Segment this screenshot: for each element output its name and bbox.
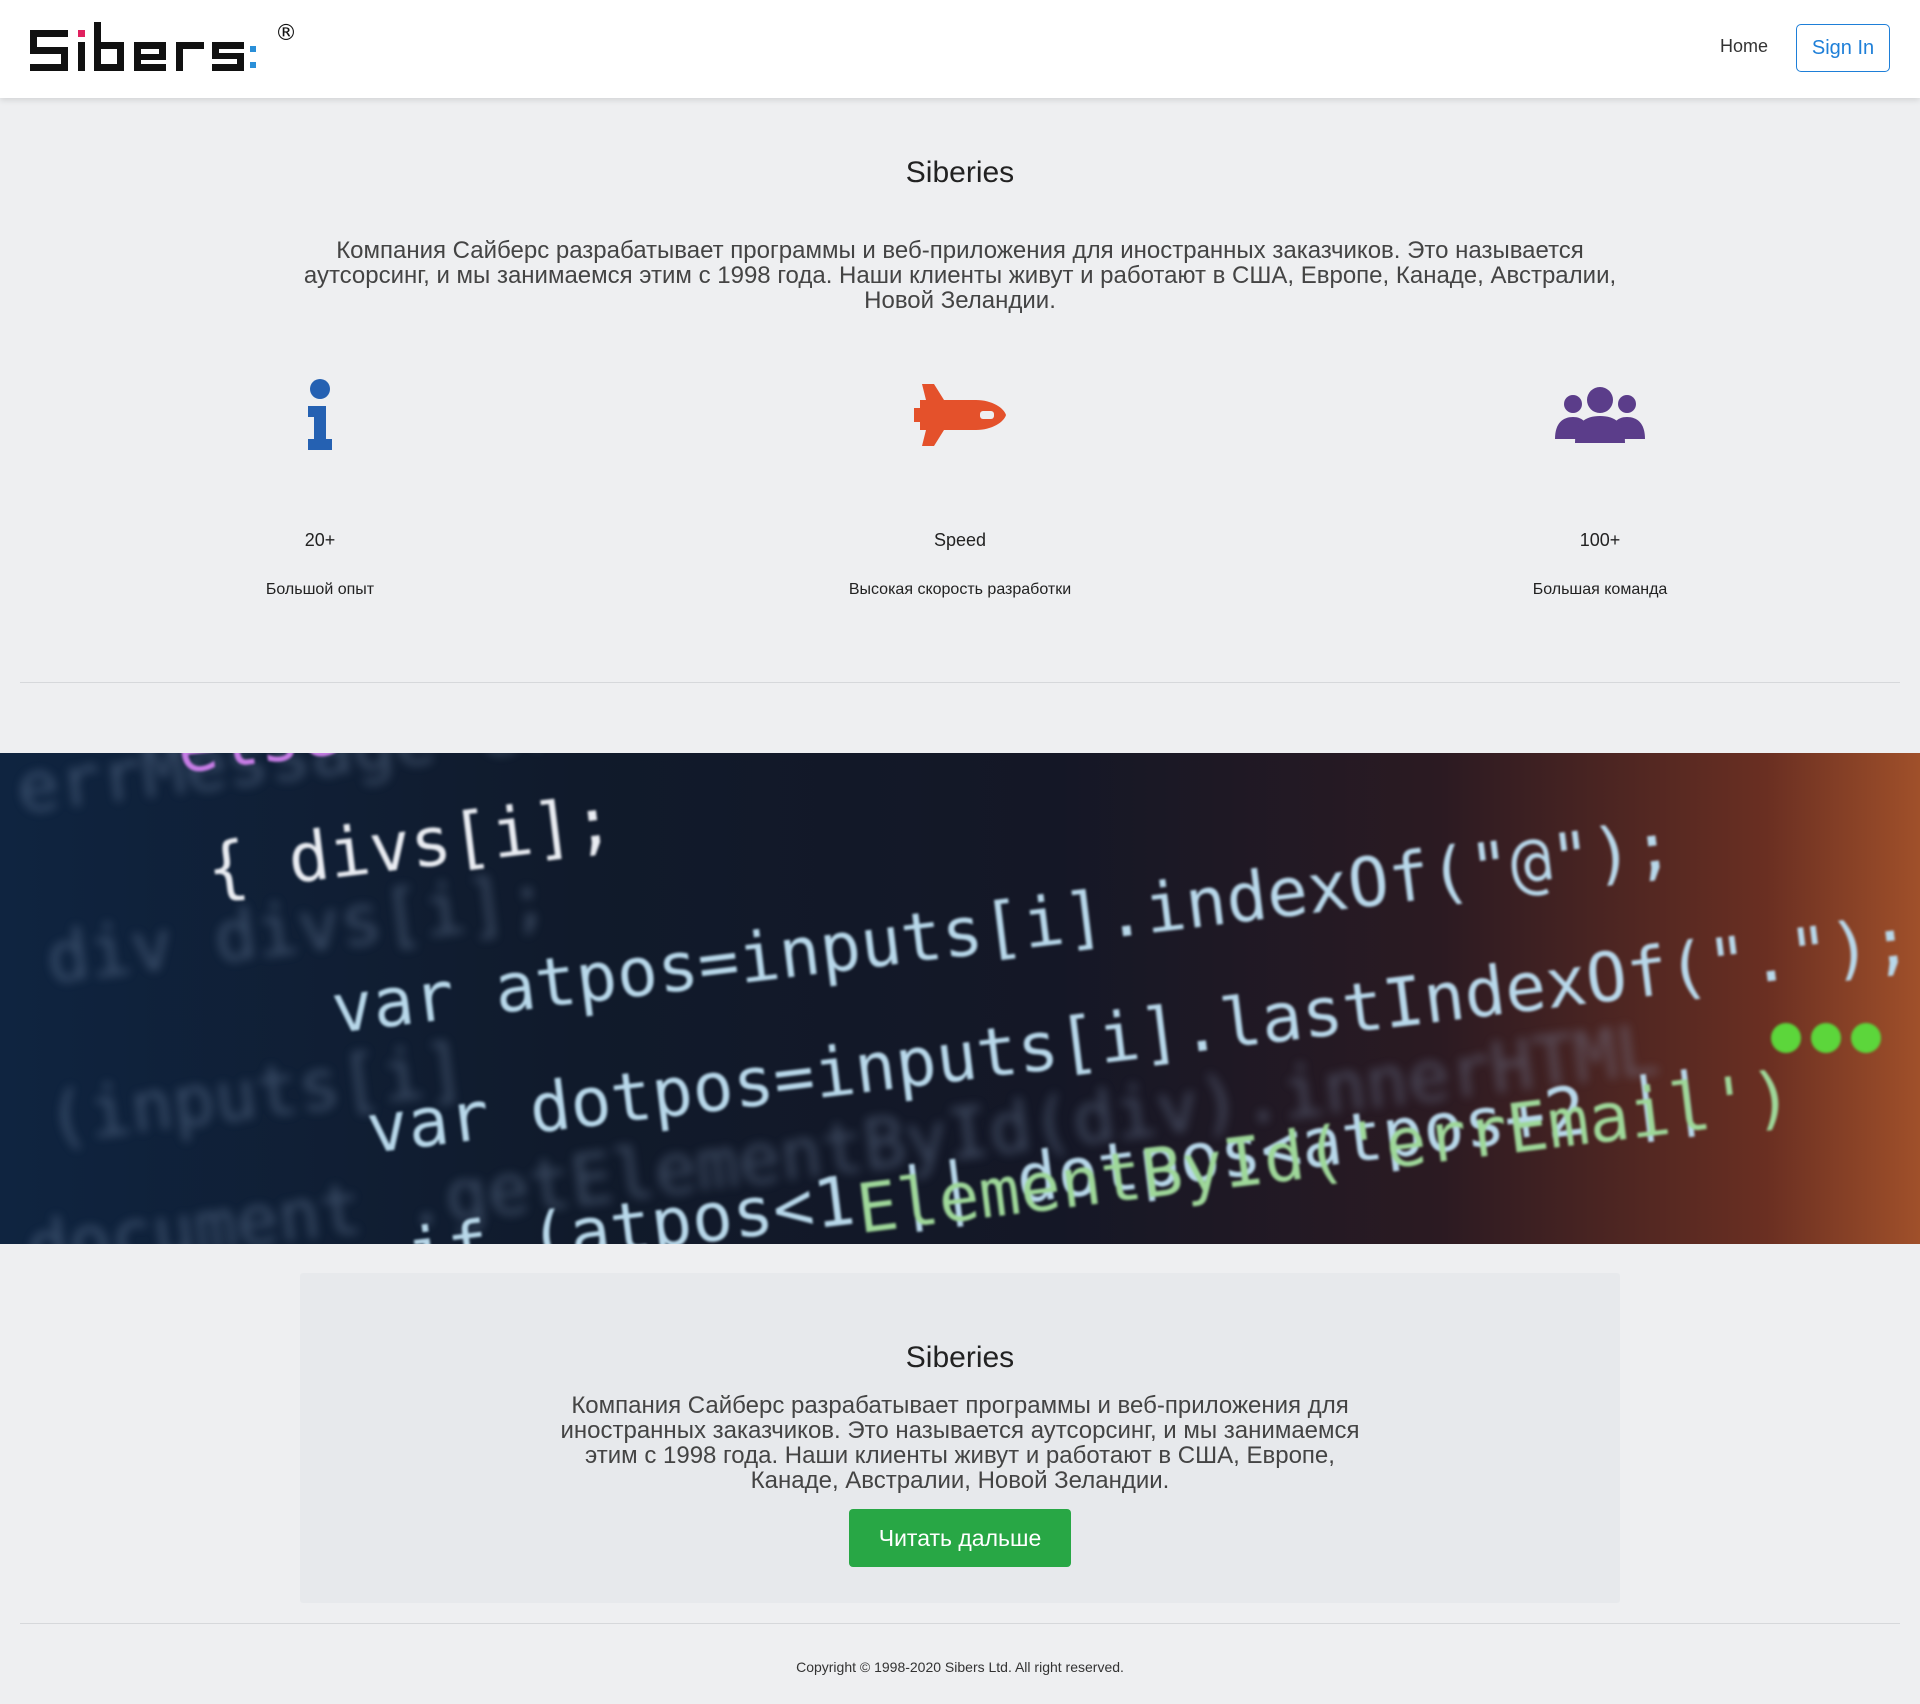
about-card: Siberies Компания Сайберс разрабатывает … [300, 1273, 1620, 1603]
code-banner-image: errMessage errors[i] div divs[i]; (input… [0, 753, 1920, 1244]
feature-team: 100+ Большая команда [1400, 370, 1800, 599]
feature-speed: Speed Высокая скорость разработки [760, 370, 1160, 599]
feature-label: Большая команда [1532, 581, 1668, 598]
users-icon [1400, 370, 1800, 460]
hero-title: Siberies [905, 156, 1015, 189]
card-title: Siberies [905, 1341, 1015, 1374]
feature-number: 100+ [1579, 530, 1621, 550]
sibers-logo[interactable]: ® [30, 20, 300, 82]
sign-in-button[interactable]: Sign In [1796, 24, 1890, 72]
feature-number: Speed [933, 530, 987, 550]
info-icon [120, 370, 520, 460]
feature-label: Высокая скорость разработки [848, 581, 1072, 598]
site-header: ® Home Sign In [0, 0, 1920, 98]
registered-mark: ® [275, 21, 297, 46]
read-more-button[interactable]: Читать дальше [849, 1509, 1071, 1567]
footer-divider [20, 1623, 1900, 1624]
copyright-text: Copyright © 1998-2020 Sibers Ltd. All ri… [796, 1659, 1124, 1675]
feature-experience: 20+ Большой опыт [120, 370, 520, 599]
nav-home-link[interactable]: Home [1720, 36, 1768, 57]
feature-label: Большой опыт [265, 581, 375, 598]
space-shuttle-icon [760, 370, 1160, 460]
feature-number: 20+ [304, 530, 336, 550]
section-divider [20, 682, 1900, 683]
card-description: Компания Сайберс разрабатывает программы… [560, 1392, 1360, 1494]
hero-description: Компания Сайберс разрабатывает программы… [303, 237, 1617, 314]
